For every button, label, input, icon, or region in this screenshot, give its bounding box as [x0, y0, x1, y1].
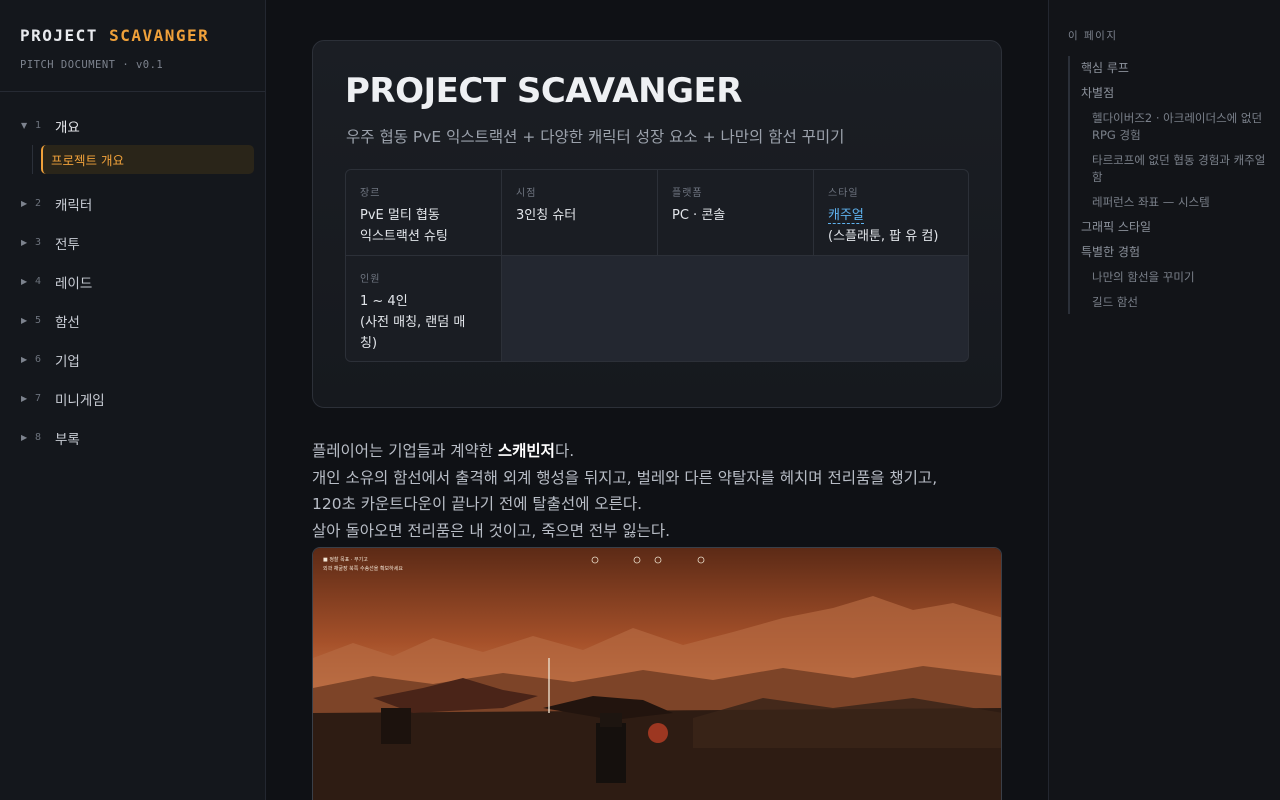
- chevron-right-icon: ▶: [21, 238, 28, 247]
- chevron-right-icon: ▶: [21, 394, 28, 403]
- toc-item-guild-ship[interactable]: 길드 함선: [1070, 294, 1268, 311]
- brand-title-main: PROJECT: [20, 26, 110, 45]
- page-title: PROJECT SCAVANGER: [345, 71, 742, 111]
- info-key: 플랫폼: [672, 188, 703, 199]
- brand-title[interactable]: PROJECT SCAVANGER: [20, 26, 245, 45]
- nav-item-label: 전투: [55, 236, 80, 253]
- nav-item-number: 4: [35, 276, 42, 287]
- chevron-right-icon: ▶: [21, 277, 28, 286]
- info-value-line: (스플래툰, 팝 유 컴): [828, 229, 939, 244]
- chevron-right-icon: ▶: [21, 316, 28, 325]
- chapter-nav: ▼ 1 개요 프로젝트 개요 ▶ 2 캐릭터 ▶ 3 전투 ▶ 4 레이드 ▶ …: [0, 92, 265, 457]
- info-platform: 플랫폼 PC · 콘솔: [658, 170, 814, 256]
- intro-line: 120초 카운트다운이 끝나기 전에 탈출선에 오른다.: [312, 495, 643, 513]
- info-grid: 장르 PvE 멀티 협동 익스트랙션 슈팅 시점 3인칭 슈터 플랫폼 PC ·…: [345, 169, 969, 362]
- nav-item-corporation[interactable]: ▶ 6 기업: [0, 340, 265, 379]
- nav-item-label: 부록: [55, 431, 80, 448]
- info-players: 인원 1 ~ 4인 (사전 매칭, 랜덤 매 칭): [346, 256, 502, 361]
- nav-item-label: 레이드: [55, 275, 93, 292]
- nav-item-number: 7: [35, 393, 42, 404]
- toc-item-core-loop[interactable]: 핵심 루프: [1070, 60, 1268, 77]
- chevron-right-icon: ▶: [21, 199, 28, 208]
- info-value-line: 익스트랙션 슈팅: [360, 229, 448, 244]
- nav-item-overview[interactable]: ▼ 1 개요: [0, 106, 265, 145]
- main-content: PROJECT SCAVANGER 우주 협동 PvE 익스트랙션 + 다양한 …: [266, 0, 1048, 800]
- toc-item-differentiation[interactable]: 차별점: [1070, 85, 1268, 102]
- nav-item-minigame[interactable]: ▶ 7 미니게임: [0, 379, 265, 418]
- sidebar: PROJECT SCAVANGER PITCH DOCUMENT · v0.1 …: [0, 0, 266, 800]
- hud-objective: ■ 정찰 목표 · 무기고 외곽 채굴장 북쪽 수송선을 확보하세요: [323, 556, 403, 574]
- info-key: 스타일: [828, 188, 859, 199]
- toc-list: 핵심 루프 차별점 헬다이버즈2 · 아크레이더스에 없던 RPG 경험 타르코…: [1068, 56, 1268, 314]
- toc-item-special-experience[interactable]: 특별한 경험: [1070, 244, 1268, 261]
- brand-title-accent: SCAVANGER: [109, 26, 210, 45]
- nav-item-raid[interactable]: ▶ 4 레이드: [0, 262, 265, 301]
- brand-subtitle: PITCH DOCUMENT · v0.1: [20, 59, 164, 71]
- page-toc: 이 페이지 핵심 루프 차별점 헬다이버즈2 · 아크레이더스에 없던 RPG …: [1048, 0, 1280, 800]
- chevron-right-icon: ▶: [21, 355, 28, 364]
- info-view: 시점 3인칭 슈터: [502, 170, 658, 256]
- toc-heading: 이 페이지: [1068, 30, 1118, 42]
- intro-text-span: 다.: [554, 442, 575, 460]
- ally-character: [381, 708, 411, 744]
- player-helmet: [600, 713, 622, 727]
- scavenger-term: 스캐빈저: [497, 442, 555, 460]
- info-value: 3인칭 슈터: [516, 208, 577, 223]
- nav-item-number: 5: [35, 315, 42, 326]
- explosion-effect: [648, 723, 668, 743]
- hud-line: ■ 정찰 목표 · 무기고: [323, 557, 368, 563]
- chevron-right-icon: ▶: [21, 433, 28, 442]
- info-value: PC · 콘솔: [672, 208, 726, 223]
- intro-text-span: 플레이어는 기업들과 계약한: [312, 442, 498, 460]
- nav-item-label: 개요: [55, 119, 80, 136]
- nav-item-label: 캐릭터: [55, 197, 93, 214]
- nav-item-number: 2: [35, 198, 42, 209]
- intro-line: 살아 돌아오면 전리품은 내 것이고, 죽으면 전부 잃는다.: [312, 521, 671, 540]
- nav-item-number: 6: [35, 354, 42, 365]
- toc-item-decorate-ship[interactable]: 나만의 함선을 꾸미기: [1070, 269, 1268, 286]
- casual-link[interactable]: 캐주얼: [828, 208, 864, 224]
- toc-item-rpg-experience[interactable]: 헬다이버즈2 · 아크레이더스에 없던 RPG 경험: [1070, 110, 1268, 144]
- info-value: 캐주얼 (스플래툰, 팝 유 컴): [828, 205, 956, 247]
- subnav-overview: 프로젝트 개요: [0, 145, 265, 180]
- info-genre: 장르 PvE 멀티 협동 익스트랙션 슈팅: [346, 170, 502, 256]
- subnav-item-project-overview[interactable]: 프로젝트 개요: [41, 145, 254, 174]
- info-key: 시점: [516, 188, 537, 199]
- toc-item-reference-system[interactable]: 레퍼런스 좌표 — 시스템: [1070, 194, 1268, 211]
- nav-item-character[interactable]: ▶ 2 캐릭터: [0, 184, 265, 223]
- nav-item-appendix[interactable]: ▶ 8 부록: [0, 418, 265, 457]
- info-value-line: PvE 멀티 협동: [360, 208, 440, 223]
- nav-item-label: 기업: [55, 353, 80, 370]
- nav-item-label: 미니게임: [55, 392, 105, 409]
- nav-item-number: 8: [35, 432, 42, 443]
- info-value-line: 1 ~ 4인: [360, 294, 408, 309]
- brand: PROJECT SCAVANGER PITCH DOCUMENT · v0.1: [0, 0, 265, 92]
- info-value-line: (사전 매칭, 랜덤 매: [360, 315, 466, 330]
- player-character: [596, 723, 626, 783]
- chevron-down-icon: ▼: [21, 121, 28, 130]
- intro-line: 개인 소유의 함선에서 출격해 외계 행성을 뒤지고, 벌레와 다른 약탈자를 …: [312, 468, 938, 487]
- toc-item-graphic-style[interactable]: 그래픽 스타일: [1070, 219, 1268, 236]
- hud-line: 외곽 채굴장 북쪽 수송선을 확보하세요: [323, 566, 403, 572]
- intro-text: 플레이어는 기업들과 계약한 스캐빈저다. 개인 소유의 함선에서 출격해 외계…: [312, 438, 1012, 544]
- hero-card: PROJECT SCAVANGER 우주 협동 PvE 익스트랙션 + 다양한 …: [312, 40, 1002, 408]
- nav-item-number: 3: [35, 237, 42, 248]
- info-key: 장르: [360, 188, 381, 199]
- info-value: 1 ~ 4인 (사전 매칭, 랜덤 매 칭): [360, 291, 487, 354]
- info-value: PvE 멀티 협동 익스트랙션 슈팅: [360, 205, 487, 247]
- nav-item-ship[interactable]: ▶ 5 함선: [0, 301, 265, 340]
- nav-item-number: 1: [35, 120, 42, 131]
- page-subtitle: 우주 협동 PvE 익스트랙션 + 다양한 캐릭터 성장 요소 + 나만의 함선…: [346, 128, 845, 146]
- info-key: 인원: [360, 274, 381, 285]
- nav-item-combat[interactable]: ▶ 3 전투: [0, 223, 265, 262]
- gameplay-screenshot: ■ 정찰 목표 · 무기고 외곽 채굴장 북쪽 수송선을 확보하세요: [312, 547, 1002, 800]
- toc-item-coop-experience[interactable]: 타르코프에 없던 협동 경험과 캐주얼함: [1070, 152, 1268, 186]
- gameplay-scene: [313, 548, 1001, 800]
- info-style: 스타일 캐주얼 (스플래툰, 팝 유 컴): [814, 170, 968, 256]
- info-value-line: 칭): [360, 336, 378, 351]
- marker-beam: [548, 658, 550, 713]
- intro-line: 플레이어는 기업들과 계약한 스캐빈저다.: [312, 438, 1012, 465]
- nav-item-label: 함선: [55, 314, 80, 331]
